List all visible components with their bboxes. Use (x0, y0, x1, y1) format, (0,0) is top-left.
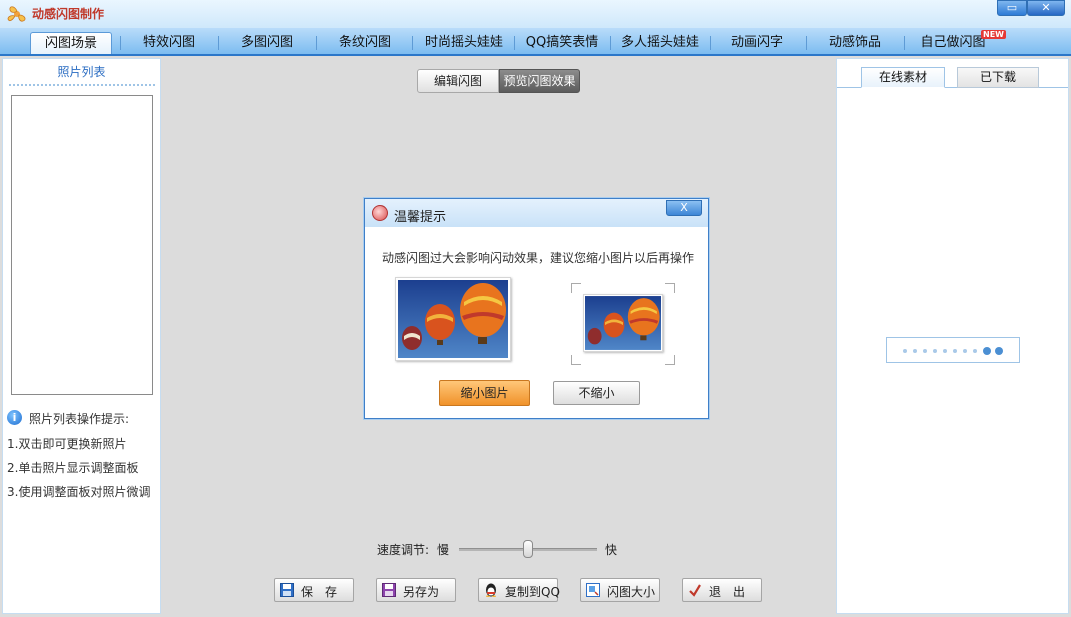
flash-size-label: 闪图大小 (607, 585, 656, 599)
divider (9, 84, 155, 86)
nav-separator (514, 36, 515, 50)
speed-slider-thumb[interactable] (523, 540, 533, 558)
dialog-titlebar: 温馨提示 X (365, 199, 708, 227)
crop-corner (571, 283, 581, 293)
mode-tabs: 编辑闪图 预览闪图效果 (417, 69, 580, 93)
app-logo-icon (7, 6, 26, 22)
flash-size-button[interactable]: 闪图大小 (580, 578, 660, 602)
no-shrink-button[interactable]: 不缩小 (553, 381, 640, 405)
tab-multi-image-flash[interactable]: 多图闪图 (226, 32, 308, 54)
tab-online-material[interactable]: 在线素材 (861, 67, 945, 88)
loading-dot-active (983, 347, 991, 355)
nav-separator (218, 36, 219, 50)
loading-dot (913, 349, 917, 353)
exit-icon (689, 584, 701, 597)
tab-preview-flash[interactable]: 预览闪图效果 (499, 69, 580, 93)
tip-dialog: 温馨提示 X 动感闪图过大会影响闪动效果，建议您缩小图片以后再操作 缩小图片 不… (364, 198, 709, 419)
close-window-button[interactable]: ✕ (1027, 0, 1065, 16)
tips-header: i 照片列表操作提示: (7, 409, 160, 427)
speed-fast-label: 快 (605, 543, 618, 557)
loading-dot (953, 349, 957, 353)
tab-edit-flash[interactable]: 编辑闪图 (417, 69, 499, 93)
workspace: 编辑闪图 预览闪图效果 温馨提示 X 动感闪图过大会影响闪动效果，建议您缩小图片… (165, 58, 833, 617)
loading-dot-active (995, 347, 1003, 355)
exit-label: 退 出 (709, 585, 746, 599)
crop-corner (665, 283, 675, 293)
loading-dot (903, 349, 907, 353)
loading-dot (923, 349, 927, 353)
crop-corner (571, 355, 581, 365)
speed-slow-label: 慢 (437, 543, 450, 557)
maximize-button[interactable]: ▭ (997, 0, 1027, 16)
nav-separator (710, 36, 711, 50)
photo-list-box[interactable] (11, 95, 153, 395)
resize-icon (586, 583, 600, 597)
tab-downloaded[interactable]: 已下载 (957, 67, 1039, 88)
save-label: 保 存 (301, 585, 338, 599)
floppy-icon (280, 583, 294, 597)
tab-effect-flash[interactable]: 特效闪图 (128, 32, 210, 54)
tip-line: 1.双击即可更换新照片 (7, 437, 127, 451)
loading-dot (943, 349, 947, 353)
loading-dot (963, 349, 967, 353)
photo-list-title: 照片列表 (57, 65, 106, 79)
copy-to-qq-button[interactable]: 复制到QQ (478, 578, 560, 602)
save-as-button[interactable]: 另存为 (376, 578, 456, 602)
nav-separator (904, 36, 905, 50)
loading-dot (973, 349, 977, 353)
save-as-label: 另存为 (403, 585, 440, 599)
nav-separator (806, 36, 807, 50)
title-bar: 动感闪图制作 ▭ ✕ (0, 0, 1071, 28)
app-title: 动感闪图制作 (32, 7, 105, 21)
dialog-title: 温馨提示 (394, 210, 447, 225)
tip-line: 2.单击照片显示调整面板 (7, 461, 139, 475)
nav-separator (120, 36, 121, 50)
tips-title: 照片列表操作提示: (29, 412, 130, 426)
save-button[interactable]: 保 存 (274, 578, 354, 602)
new-badge: NEW (981, 30, 1006, 39)
tab-stripe-flash[interactable]: 条纹闪图 (324, 32, 406, 54)
tab-flash-scene[interactable]: 闪图场景 (30, 32, 112, 54)
info-icon: i (7, 410, 22, 425)
qq-penguin-icon (486, 583, 496, 597)
shrink-image-button[interactable]: 缩小图片 (439, 380, 530, 406)
speed-label: 速度调节: (377, 543, 430, 557)
loading-dot (933, 349, 937, 353)
nav-separator (316, 36, 317, 50)
tab-animated-text[interactable]: 动画闪字 (716, 32, 798, 54)
tab-dynamic-accessories[interactable]: 动感饰品 (814, 32, 896, 54)
dialog-icon (372, 205, 388, 221)
balloon-image (398, 280, 508, 358)
tip-line: 3.使用调整面板对照片微调 (7, 485, 151, 499)
large-photo-preview (395, 277, 511, 361)
save-as-icon (382, 583, 396, 597)
crop-corner (665, 355, 675, 365)
nav-separator (610, 36, 611, 50)
dialog-message: 动感闪图过大会影响闪动效果，建议您缩小图片以后再操作 (382, 251, 695, 265)
material-panel: 在线素材 已下载 (836, 58, 1069, 614)
nav-separator (412, 36, 413, 50)
tab-qq-funny-emoji[interactable]: QQ搞笑表情 (518, 32, 606, 54)
main-nav: 闪图场景 特效闪图 多图闪图 条纹闪图 时尚摇头娃娃 QQ搞笑表情 多人摇头娃娃… (0, 28, 1071, 56)
exit-button[interactable]: 退 出 (682, 578, 762, 602)
tab-bobblehead[interactable]: 时尚摇头娃娃 (416, 32, 512, 54)
dialog-close-button[interactable]: X (666, 200, 702, 216)
speed-control: 速度调节: 慢 快 (377, 539, 627, 559)
balloon-image-small (585, 296, 661, 350)
copy-to-qq-label: 复制到QQ (505, 585, 560, 599)
loading-indicator (886, 337, 1020, 363)
tab-multi-bobblehead[interactable]: 多人摇头娃娃 (612, 32, 708, 54)
small-photo-preview (583, 294, 663, 352)
photo-list-panel: 照片列表 i 照片列表操作提示: 1.双击即可更换新照片 2.单击照片显示调整面… (2, 58, 161, 614)
